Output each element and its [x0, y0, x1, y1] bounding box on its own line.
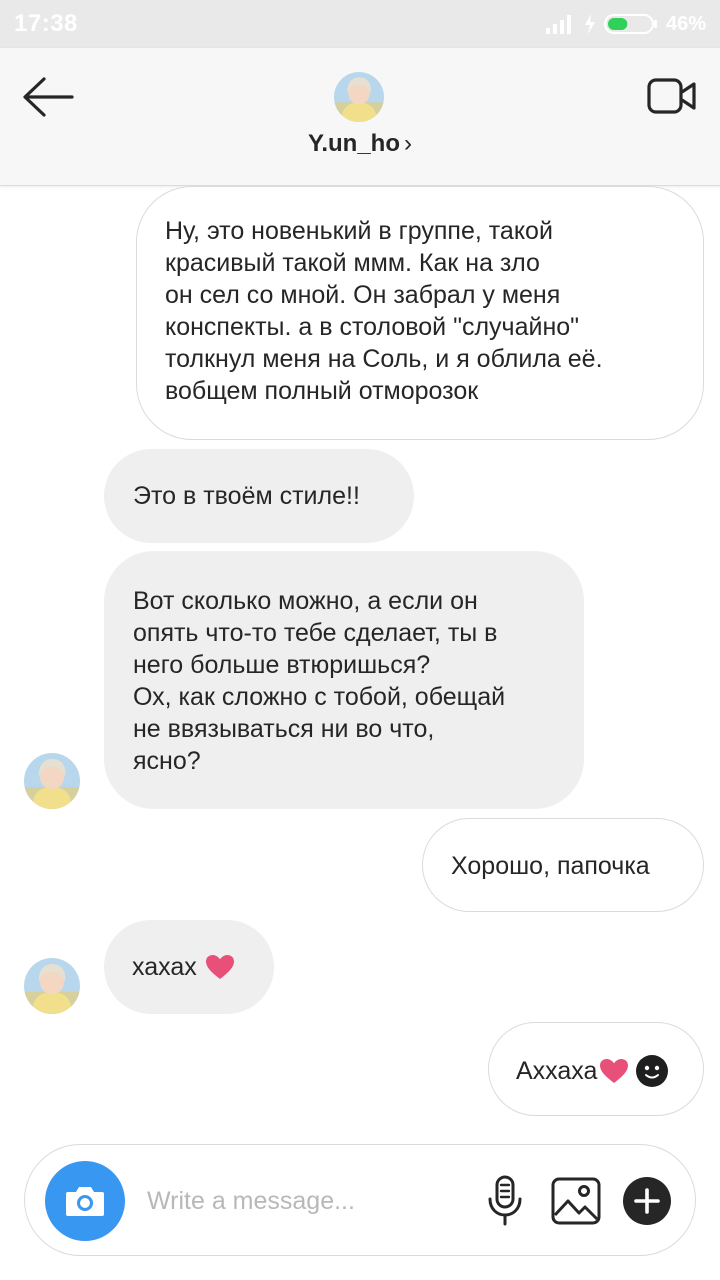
microphone-button[interactable]	[485, 1175, 525, 1227]
heart-emoji	[600, 1059, 629, 1083]
message-bubble-incoming[interactable]: хахах	[104, 920, 274, 1014]
message-bubble-outgoing[interactable]: Ну, это новенький в группе, такой красив…	[136, 186, 704, 440]
message-line: Хорошо, папочка	[451, 852, 650, 880]
heart-emoji	[205, 955, 234, 979]
message-line: Вот сколько можно, а если он	[133, 587, 478, 615]
message-bubble-outgoing[interactable]: Хорошо, папочка	[422, 818, 704, 912]
plus-icon	[634, 1188, 660, 1214]
video-call-button[interactable]	[646, 76, 698, 116]
contact-name-button[interactable]: Y.un_ho ›	[0, 130, 720, 158]
chat-header: Y.un_ho ›	[0, 48, 720, 186]
contact-avatar[interactable]	[334, 72, 384, 122]
message-text: хахах	[132, 953, 197, 981]
message-line: красивый такой ммм. Как на зло	[165, 249, 540, 277]
message-line-with-emoji: Аххаха	[516, 1054, 703, 1088]
message-line: Это в твоём стиле!!	[133, 482, 360, 510]
message-line: не ввязываться ни во что,	[133, 715, 435, 743]
message-line: он сел со мной. Он забрал у меня	[165, 281, 561, 309]
message-line-with-emoji: хахах	[132, 951, 274, 983]
avatar-photo	[24, 958, 80, 1014]
arrow-left-icon	[23, 77, 74, 117]
message-bubble-outgoing[interactable]: Аххаха	[488, 1022, 704, 1116]
status-time: 17:38	[14, 10, 78, 37]
battery-icon	[603, 14, 657, 34]
message-input[interactable]	[147, 1183, 477, 1219]
message-line: него больше втюришься?	[133, 651, 431, 679]
battery-percent: 46%	[665, 12, 706, 35]
status-bar: 17:38 46%	[0, 0, 720, 48]
message-line: конспекты. а в столовой "случайно"	[165, 313, 580, 341]
message-line: Ох, как сложно с тобой, обещай	[133, 683, 506, 711]
message-text: Аххаха	[516, 1057, 598, 1085]
camera-icon	[66, 1187, 104, 1216]
status-icons: 46%	[545, 11, 706, 37]
message-bubble-incoming[interactable]: Это в твоём стиле!!	[104, 449, 414, 543]
sender-avatar[interactable]	[24, 753, 80, 809]
camera-button[interactable]	[45, 1161, 125, 1241]
image-icon	[551, 1177, 601, 1225]
video-call-icon	[647, 78, 696, 114]
message-line: вобщем полный отморозок	[165, 377, 479, 405]
microphone-icon	[488, 1175, 522, 1226]
more-options-button[interactable]	[623, 1177, 671, 1225]
chevron-right-icon: ›	[404, 130, 412, 157]
message-line: Ну, это новенький в группе, такой	[165, 217, 553, 245]
message-line: опять что-то тебе сделает, ты в	[133, 619, 498, 647]
message-bubble-incoming[interactable]: Вот сколько можно, а если он опять что-т…	[104, 551, 584, 809]
back-button[interactable]	[20, 74, 76, 120]
dark-smiley-emoji	[636, 1055, 669, 1087]
signal-icon	[545, 15, 571, 34]
contact-name: Y.un_ho	[307, 130, 400, 157]
message-line: ясно?	[133, 747, 201, 775]
message-line: толкнул меня на Соль, и я облила её.	[165, 345, 603, 373]
gallery-button[interactable]	[551, 1177, 601, 1225]
sender-avatar[interactable]	[24, 958, 80, 1014]
avatar-photo	[24, 753, 80, 809]
message-composer	[24, 1144, 696, 1256]
charging-icon	[584, 14, 595, 34]
avatar-photo	[334, 72, 384, 122]
